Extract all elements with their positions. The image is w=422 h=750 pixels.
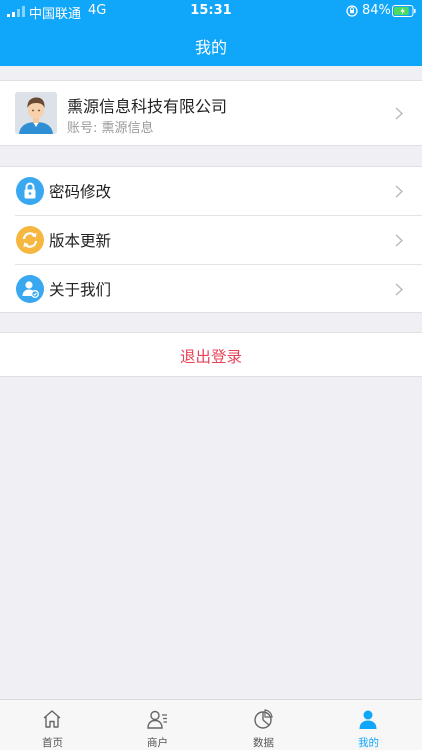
about-user-icon — [16, 275, 44, 303]
chevron-right-icon — [395, 107, 403, 120]
chevron-right-icon — [395, 234, 403, 247]
company-name: 熏源信息科技有限公司 — [67, 97, 228, 116]
menu-item-version-update[interactable]: 版本更新 — [0, 216, 422, 265]
tab-label: 商户 — [147, 737, 168, 749]
logout-button[interactable]: 退出登录 — [0, 332, 422, 377]
menu-item-label: 密码修改 — [49, 183, 112, 201]
home-icon — [43, 710, 61, 728]
battery-percent: 84% — [362, 3, 391, 18]
pie-chart-icon — [254, 709, 273, 729]
avatar — [15, 92, 57, 134]
profile-card[interactable]: 熏源信息科技有限公司 账号: 熏源信息 — [0, 80, 422, 146]
status-bar: 中国联通 4G 15:31 84% — [0, 0, 422, 22]
refresh-icon — [16, 226, 44, 254]
logout-label: 退出登录 — [179, 348, 242, 366]
tab-data[interactable]: 数据 — [211, 700, 316, 750]
bottom-tab-bar: 首页 商户 数据 我的 — [0, 699, 422, 750]
app-header: 中国联通 4G 15:31 84% 我的 — [0, 0, 422, 66]
menu-item-about-us[interactable]: 关于我们 — [0, 265, 422, 314]
status-time: 15:31 — [190, 3, 232, 18]
tab-mine[interactable]: 我的 — [316, 700, 421, 750]
merchant-icon — [147, 710, 167, 729]
tab-label: 首页 — [42, 737, 63, 749]
tab-label: 数据 — [253, 737, 274, 749]
menu-item-label: 关于我们 — [49, 281, 112, 299]
chevron-right-icon — [395, 185, 403, 198]
settings-menu: 密码修改 版本更新 关于我们 — [0, 166, 422, 313]
menu-item-label: 版本更新 — [49, 232, 112, 250]
page-title: 我的 — [194, 38, 227, 57]
tab-home[interactable]: 首页 — [0, 700, 105, 750]
chevron-right-icon — [395, 283, 403, 296]
user-avatar-icon — [15, 92, 57, 134]
tab-merchant[interactable]: 商户 — [105, 700, 210, 750]
lock-icon — [16, 177, 44, 205]
tab-label: 我的 — [358, 737, 379, 749]
battery-icon — [392, 5, 416, 17]
menu-item-change-password[interactable]: 密码修改 — [0, 167, 422, 216]
person-icon — [359, 710, 377, 729]
account-label: 账号: 熏源信息 — [67, 121, 154, 136]
rotation-lock-icon — [346, 5, 358, 17]
